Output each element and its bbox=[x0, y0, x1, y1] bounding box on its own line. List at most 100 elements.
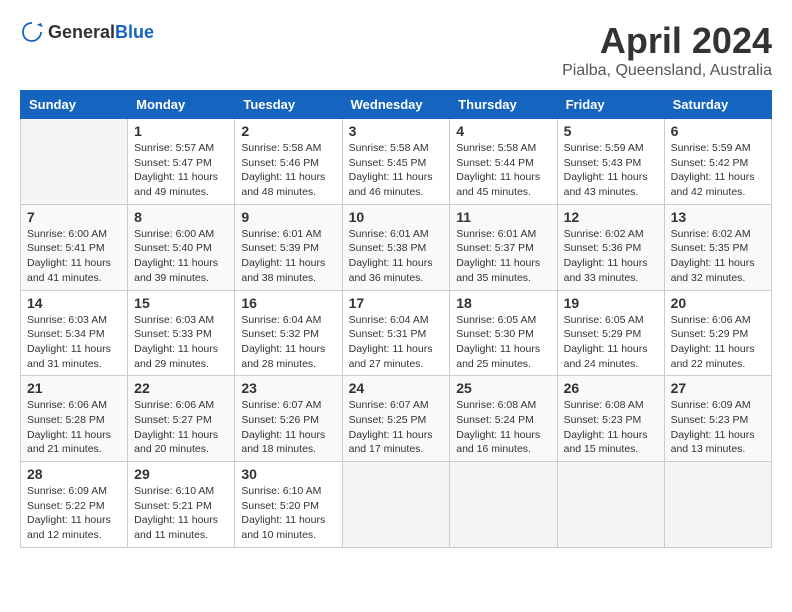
day-number: 28 bbox=[27, 466, 121, 482]
calendar-cell bbox=[21, 119, 128, 205]
title-area: April 2024 Pialba, Queensland, Australia bbox=[562, 20, 772, 80]
calendar-cell: 16 Sunrise: 6:04 AM Sunset: 5:32 PM Dayli… bbox=[235, 290, 342, 376]
calendar-cell: 25Sunrise: 6:08 AM Sunset: 5:24 PM Dayli… bbox=[450, 376, 557, 462]
day-info: Sunrise: 6:01 AM Sunset: 5:39 PM Dayligh… bbox=[241, 227, 335, 286]
calendar-cell: 20 Sunrise: 6:06 AM Sunset: 5:29 PM Dayli… bbox=[664, 290, 771, 376]
calendar-header-friday: Friday bbox=[557, 91, 664, 119]
day-number: 27 bbox=[671, 380, 765, 396]
calendar-cell: 28 Sunrise: 6:09 AM Sunset: 5:22 PM Dayli… bbox=[21, 462, 128, 548]
day-number: 12 bbox=[564, 209, 658, 225]
day-number: 26 bbox=[564, 380, 658, 396]
day-info: Sunrise: 6:10 AM Sunset: 5:21 PM Dayligh… bbox=[134, 484, 228, 543]
day-info: Sunrise: 6:06 AM Sunset: 5:27 PM Dayligh… bbox=[134, 398, 228, 457]
day-info: Sunrise: 6:09 AM Sunset: 5:22 PM Dayligh… bbox=[27, 484, 121, 543]
day-info: Sunrise: 6:07 AM Sunset: 5:25 PM Dayligh… bbox=[349, 398, 444, 457]
calendar-cell: 19Sunrise: 6:05 AM Sunset: 5:29 PM Dayli… bbox=[557, 290, 664, 376]
day-info: Sunrise: 6:03 AM Sunset: 5:34 PM Dayligh… bbox=[27, 313, 121, 372]
calendar-header-thursday: Thursday bbox=[450, 91, 557, 119]
day-info: Sunrise: 6:10 AM Sunset: 5:20 PM Dayligh… bbox=[241, 484, 335, 543]
calendar-cell: 2Sunrise: 5:58 AM Sunset: 5:46 PM Daylig… bbox=[235, 119, 342, 205]
calendar-cell: 7 Sunrise: 6:00 AM Sunset: 5:41 PM Daylig… bbox=[21, 204, 128, 290]
logo-general: General bbox=[48, 22, 115, 42]
header: GeneralBlue April 2024 Pialba, Queenslan… bbox=[20, 20, 772, 80]
calendar-cell: 15 Sunrise: 6:03 AM Sunset: 5:33 PM Dayli… bbox=[128, 290, 235, 376]
day-info: Sunrise: 6:06 AM Sunset: 5:28 PM Dayligh… bbox=[27, 398, 121, 457]
calendar-cell: 29 Sunrise: 6:10 AM Sunset: 5:21 PM Dayli… bbox=[128, 462, 235, 548]
day-info: Sunrise: 6:03 AM Sunset: 5:33 PM Dayligh… bbox=[134, 313, 228, 372]
day-info: Sunrise: 6:06 AM Sunset: 5:29 PM Dayligh… bbox=[671, 313, 765, 372]
day-info: Sunrise: 6:00 AM Sunset: 5:41 PM Dayligh… bbox=[27, 227, 121, 286]
day-number: 9 bbox=[241, 209, 335, 225]
logo-icon bbox=[20, 20, 44, 44]
calendar: SundayMondayTuesdayWednesdayThursdayFrid… bbox=[20, 90, 772, 548]
calendar-header-saturday: Saturday bbox=[664, 91, 771, 119]
day-info: Sunrise: 5:59 AM Sunset: 5:42 PM Dayligh… bbox=[671, 141, 765, 200]
day-info: Sunrise: 6:08 AM Sunset: 5:24 PM Dayligh… bbox=[456, 398, 550, 457]
logo-text: GeneralBlue bbox=[48, 22, 154, 43]
day-number: 7 bbox=[27, 209, 121, 225]
day-number: 19 bbox=[564, 295, 658, 311]
day-number: 6 bbox=[671, 123, 765, 139]
day-info: Sunrise: 6:05 AM Sunset: 5:30 PM Dayligh… bbox=[456, 313, 550, 372]
day-info: Sunrise: 6:01 AM Sunset: 5:38 PM Dayligh… bbox=[349, 227, 444, 286]
week-row-1: 1Sunrise: 5:57 AM Sunset: 5:47 PM Daylig… bbox=[21, 119, 772, 205]
day-number: 10 bbox=[349, 209, 444, 225]
day-info: Sunrise: 6:09 AM Sunset: 5:23 PM Dayligh… bbox=[671, 398, 765, 457]
calendar-cell bbox=[664, 462, 771, 548]
calendar-cell: 24 Sunrise: 6:07 AM Sunset: 5:25 PM Dayli… bbox=[342, 376, 450, 462]
day-number: 29 bbox=[134, 466, 228, 482]
day-number: 15 bbox=[134, 295, 228, 311]
calendar-cell: 30 Sunrise: 6:10 AM Sunset: 5:20 PM Dayli… bbox=[235, 462, 342, 548]
week-row-4: 21Sunrise: 6:06 AM Sunset: 5:28 PM Dayli… bbox=[21, 376, 772, 462]
day-number: 1 bbox=[134, 123, 228, 139]
day-number: 22 bbox=[134, 380, 228, 396]
day-number: 16 bbox=[241, 295, 335, 311]
day-number: 4 bbox=[456, 123, 550, 139]
location-title: Pialba, Queensland, Australia bbox=[562, 62, 772, 80]
calendar-cell: 26Sunrise: 6:08 AM Sunset: 5:23 PM Dayli… bbox=[557, 376, 664, 462]
day-info: Sunrise: 5:59 AM Sunset: 5:43 PM Dayligh… bbox=[564, 141, 658, 200]
calendar-cell: 11 Sunrise: 6:01 AM Sunset: 5:37 PM Dayli… bbox=[450, 204, 557, 290]
calendar-header-sunday: Sunday bbox=[21, 91, 128, 119]
day-info: Sunrise: 6:01 AM Sunset: 5:37 PM Dayligh… bbox=[456, 227, 550, 286]
day-number: 5 bbox=[564, 123, 658, 139]
calendar-cell: 3Sunrise: 5:58 AM Sunset: 5:45 PM Daylig… bbox=[342, 119, 450, 205]
calendar-cell bbox=[557, 462, 664, 548]
calendar-cell: 4Sunrise: 5:58 AM Sunset: 5:44 PM Daylig… bbox=[450, 119, 557, 205]
day-number: 24 bbox=[349, 380, 444, 396]
day-number: 30 bbox=[241, 466, 335, 482]
day-number: 23 bbox=[241, 380, 335, 396]
calendar-cell: 23 Sunrise: 6:07 AM Sunset: 5:26 PM Dayli… bbox=[235, 376, 342, 462]
day-number: 17 bbox=[349, 295, 444, 311]
calendar-cell: 12 Sunrise: 6:02 AM Sunset: 5:36 PM Dayli… bbox=[557, 204, 664, 290]
calendar-cell: 8 Sunrise: 6:00 AM Sunset: 5:40 PM Daylig… bbox=[128, 204, 235, 290]
calendar-cell: 6 Sunrise: 5:59 AM Sunset: 5:42 PM Daylig… bbox=[664, 119, 771, 205]
day-info: Sunrise: 6:02 AM Sunset: 5:36 PM Dayligh… bbox=[564, 227, 658, 286]
calendar-cell: 14 Sunrise: 6:03 AM Sunset: 5:34 PM Dayli… bbox=[21, 290, 128, 376]
day-info: Sunrise: 6:02 AM Sunset: 5:35 PM Dayligh… bbox=[671, 227, 765, 286]
logo-blue: Blue bbox=[115, 22, 154, 42]
day-number: 14 bbox=[27, 295, 121, 311]
month-title: April 2024 bbox=[562, 20, 772, 62]
calendar-cell: 9 Sunrise: 6:01 AM Sunset: 5:39 PM Daylig… bbox=[235, 204, 342, 290]
day-info: Sunrise: 6:00 AM Sunset: 5:40 PM Dayligh… bbox=[134, 227, 228, 286]
calendar-cell: 10 Sunrise: 6:01 AM Sunset: 5:38 PM Dayli… bbox=[342, 204, 450, 290]
calendar-header-monday: Monday bbox=[128, 91, 235, 119]
day-number: 8 bbox=[134, 209, 228, 225]
calendar-cell: 22 Sunrise: 6:06 AM Sunset: 5:27 PM Dayli… bbox=[128, 376, 235, 462]
calendar-cell bbox=[342, 462, 450, 548]
day-info: Sunrise: 6:04 AM Sunset: 5:32 PM Dayligh… bbox=[241, 313, 335, 372]
day-number: 11 bbox=[456, 209, 550, 225]
logo: GeneralBlue bbox=[20, 20, 154, 44]
calendar-cell: 5 Sunrise: 5:59 AM Sunset: 5:43 PM Daylig… bbox=[557, 119, 664, 205]
calendar-cell: 17Sunrise: 6:04 AM Sunset: 5:31 PM Dayli… bbox=[342, 290, 450, 376]
calendar-header-tuesday: Tuesday bbox=[235, 91, 342, 119]
calendar-cell bbox=[450, 462, 557, 548]
day-info: Sunrise: 5:58 AM Sunset: 5:45 PM Dayligh… bbox=[349, 141, 444, 200]
calendar-cell: 27 Sunrise: 6:09 AM Sunset: 5:23 PM Dayli… bbox=[664, 376, 771, 462]
day-info: Sunrise: 5:58 AM Sunset: 5:46 PM Dayligh… bbox=[241, 141, 335, 200]
day-number: 20 bbox=[671, 295, 765, 311]
calendar-header-wednesday: Wednesday bbox=[342, 91, 450, 119]
day-info: Sunrise: 6:07 AM Sunset: 5:26 PM Dayligh… bbox=[241, 398, 335, 457]
calendar-cell: 13Sunrise: 6:02 AM Sunset: 5:35 PM Dayli… bbox=[664, 204, 771, 290]
